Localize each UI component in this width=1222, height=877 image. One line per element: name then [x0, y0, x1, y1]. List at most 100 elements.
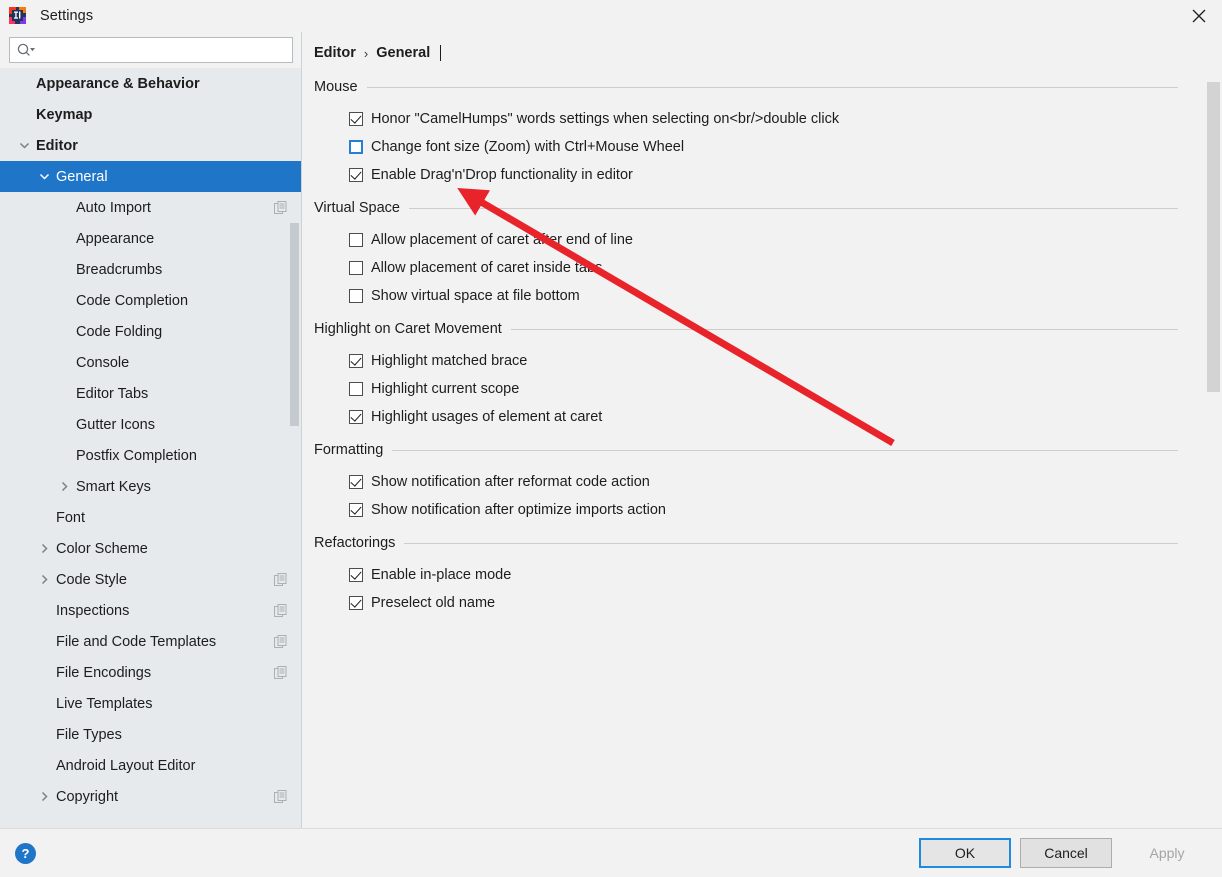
- sidebar-item-android-layout-editor[interactable]: Android Layout Editor: [0, 750, 301, 781]
- sidebar-item-code-folding[interactable]: Code Folding: [0, 316, 301, 347]
- sidebar-scrollbar-thumb[interactable]: [290, 223, 299, 426]
- sidebar-item-label: File and Code Templates: [56, 633, 217, 650]
- sidebar-item-auto-import[interactable]: Auto Import: [0, 192, 301, 223]
- checkbox-checked-icon[interactable]: [349, 475, 363, 489]
- sidebar-scrollbar-track[interactable]: [289, 68, 301, 828]
- sidebar-item-gutter-icons[interactable]: Gutter Icons: [0, 409, 301, 440]
- search-box[interactable]: [9, 37, 293, 63]
- sidebar-item-editor-tabs[interactable]: Editor Tabs: [0, 378, 301, 409]
- checkbox-row[interactable]: Enable Drag'n'Drop functionality in edit…: [303, 161, 1206, 189]
- text-caret: [440, 45, 442, 61]
- sidebar-item-inspections[interactable]: Inspections: [0, 595, 301, 626]
- breadcrumb-current: General: [376, 45, 431, 61]
- sidebar-item-live-templates[interactable]: Live Templates: [0, 688, 301, 719]
- settings-tree: Appearance & Behavior Keymap Editor General…: [0, 68, 301, 828]
- sidebar-item-file-encodings[interactable]: File Encodings: [0, 657, 301, 688]
- checkbox-unchecked-icon[interactable]: [349, 382, 363, 396]
- checkbox-label: Allow placement of caret after end of li…: [371, 232, 633, 248]
- sidebar-item-font[interactable]: Font: [0, 502, 301, 533]
- sidebar-item-console[interactable]: Console: [0, 347, 301, 378]
- settings-sidebar: Appearance & Behavior Keymap Editor General…: [0, 32, 302, 828]
- ok-button[interactable]: OK: [919, 838, 1011, 868]
- sidebar-item-file-types[interactable]: File Types: [0, 719, 301, 750]
- dialog-button-bar: ? OK Cancel Apply: [0, 828, 1222, 877]
- checkbox-label: Show notification after reformat code ac…: [371, 474, 650, 490]
- checkbox-checked-icon[interactable]: [349, 503, 363, 517]
- checkbox-checked-icon[interactable]: [349, 410, 363, 424]
- content-scrollbar-track[interactable]: [1206, 32, 1222, 828]
- search-icon[interactable]: [16, 42, 36, 58]
- group-title: Mouse: [314, 79, 358, 95]
- sidebar-item-label: Keymap: [36, 106, 93, 123]
- checkbox-row[interactable]: Highlight current scope: [303, 375, 1206, 403]
- chevron-right-icon[interactable]: [36, 789, 52, 805]
- group-header: Mouse: [303, 76, 1206, 98]
- checkbox-row[interactable]: Show virtual space at file bottom: [303, 282, 1206, 310]
- group-body: Highlight matched brace Highlight current…: [303, 340, 1206, 439]
- checkbox-checked-icon[interactable]: [349, 354, 363, 368]
- sidebar-item-label: File Types: [56, 726, 122, 743]
- content-scrollbar-thumb[interactable]: [1207, 82, 1220, 392]
- checkbox-row[interactable]: Honor "CamelHumps" words settings when s…: [303, 105, 1206, 133]
- apply-button: Apply: [1121, 838, 1213, 868]
- checkbox-row[interactable]: Change font size (Zoom) with Ctrl+Mouse …: [303, 133, 1206, 161]
- breadcrumb-root[interactable]: Editor: [314, 45, 356, 61]
- window-title: Settings: [40, 8, 94, 24]
- sidebar-item-smart-keys[interactable]: Smart Keys: [0, 471, 301, 502]
- checkbox-row[interactable]: Allow placement of caret inside tabs: [303, 254, 1206, 282]
- sidebar-item-label: Breadcrumbs: [76, 261, 163, 278]
- checkbox-unchecked-icon[interactable]: [349, 140, 363, 154]
- checkbox-checked-icon[interactable]: [349, 568, 363, 582]
- sidebar-item-appearance-behavior[interactable]: Appearance & Behavior: [0, 68, 301, 99]
- sidebar-item-copyright[interactable]: Copyright: [0, 781, 301, 812]
- sidebar-item-general[interactable]: General: [0, 161, 301, 192]
- checkbox-row[interactable]: Show notification after optimize imports…: [303, 496, 1206, 524]
- checkbox-row[interactable]: Show notification after reformat code ac…: [303, 468, 1206, 496]
- chevron-down-icon[interactable]: [16, 138, 32, 154]
- checkbox-row[interactable]: Highlight matched brace: [303, 347, 1206, 375]
- sidebar-item-code-completion[interactable]: Code Completion: [0, 285, 301, 316]
- chevron-down-icon[interactable]: [36, 169, 52, 185]
- sidebar-item-appearance[interactable]: Appearance: [0, 223, 301, 254]
- checkbox-label: Allow placement of caret inside tabs: [371, 260, 603, 276]
- group-divider: [408, 207, 1178, 209]
- chevron-right-icon[interactable]: [36, 541, 52, 557]
- chevron-right-icon[interactable]: [56, 479, 72, 495]
- checkbox-row[interactable]: Enable in-place mode: [303, 561, 1206, 589]
- checkbox-label: Highlight usages of element at caret: [371, 409, 603, 425]
- copy-settings-icon: [274, 572, 288, 587]
- sidebar-item-keymap[interactable]: Keymap: [0, 99, 301, 130]
- sidebar-item-label: Console: [76, 354, 130, 371]
- checkbox-checked-icon[interactable]: [349, 168, 363, 182]
- search-input[interactable]: [40, 39, 290, 61]
- sidebar-item-label: Editor: [36, 137, 78, 154]
- group-body: Show notification after reformat code ac…: [303, 461, 1206, 532]
- checkbox-row[interactable]: Highlight usages of element at caret: [303, 403, 1206, 431]
- checkbox-unchecked-icon[interactable]: [349, 289, 363, 303]
- checkbox-unchecked-icon[interactable]: [349, 261, 363, 275]
- checkbox-checked-icon[interactable]: [349, 596, 363, 610]
- copy-settings-icon: [274, 789, 288, 804]
- sidebar-item-color-scheme[interactable]: Color Scheme: [0, 533, 301, 564]
- close-icon[interactable]: [1176, 0, 1222, 32]
- intellij-idea-logo-icon: [8, 6, 28, 26]
- checkbox-unchecked-icon[interactable]: [349, 233, 363, 247]
- help-circle-icon[interactable]: ?: [15, 843, 36, 864]
- group-header: Refactorings: [303, 532, 1206, 554]
- checkbox-checked-icon[interactable]: [349, 112, 363, 126]
- sidebar-item-breadcrumbs[interactable]: Breadcrumbs: [0, 254, 301, 285]
- group-body: Enable in-place mode Preselect old name: [303, 554, 1206, 625]
- cancel-button[interactable]: Cancel: [1020, 838, 1112, 868]
- sidebar-item-label: Editor Tabs: [76, 385, 149, 402]
- sidebar-item-postfix-completion[interactable]: Postfix Completion: [0, 440, 301, 471]
- chevron-right-icon[interactable]: [36, 572, 52, 588]
- checkbox-row[interactable]: Preselect old name: [303, 589, 1206, 617]
- sidebar-item-code-style[interactable]: Code Style: [0, 564, 301, 595]
- sidebar-item-editor[interactable]: Editor: [0, 130, 301, 161]
- checkbox-label: Change font size (Zoom) with Ctrl+Mouse …: [371, 139, 685, 155]
- checkbox-row[interactable]: Allow placement of caret after end of li…: [303, 226, 1206, 254]
- sidebar-item-label: Gutter Icons: [76, 416, 155, 433]
- group-divider: [366, 86, 1178, 88]
- checkbox-label: Honor "CamelHumps" words settings when s…: [371, 111, 840, 127]
- sidebar-item-file-and-code-templates[interactable]: File and Code Templates: [0, 626, 301, 657]
